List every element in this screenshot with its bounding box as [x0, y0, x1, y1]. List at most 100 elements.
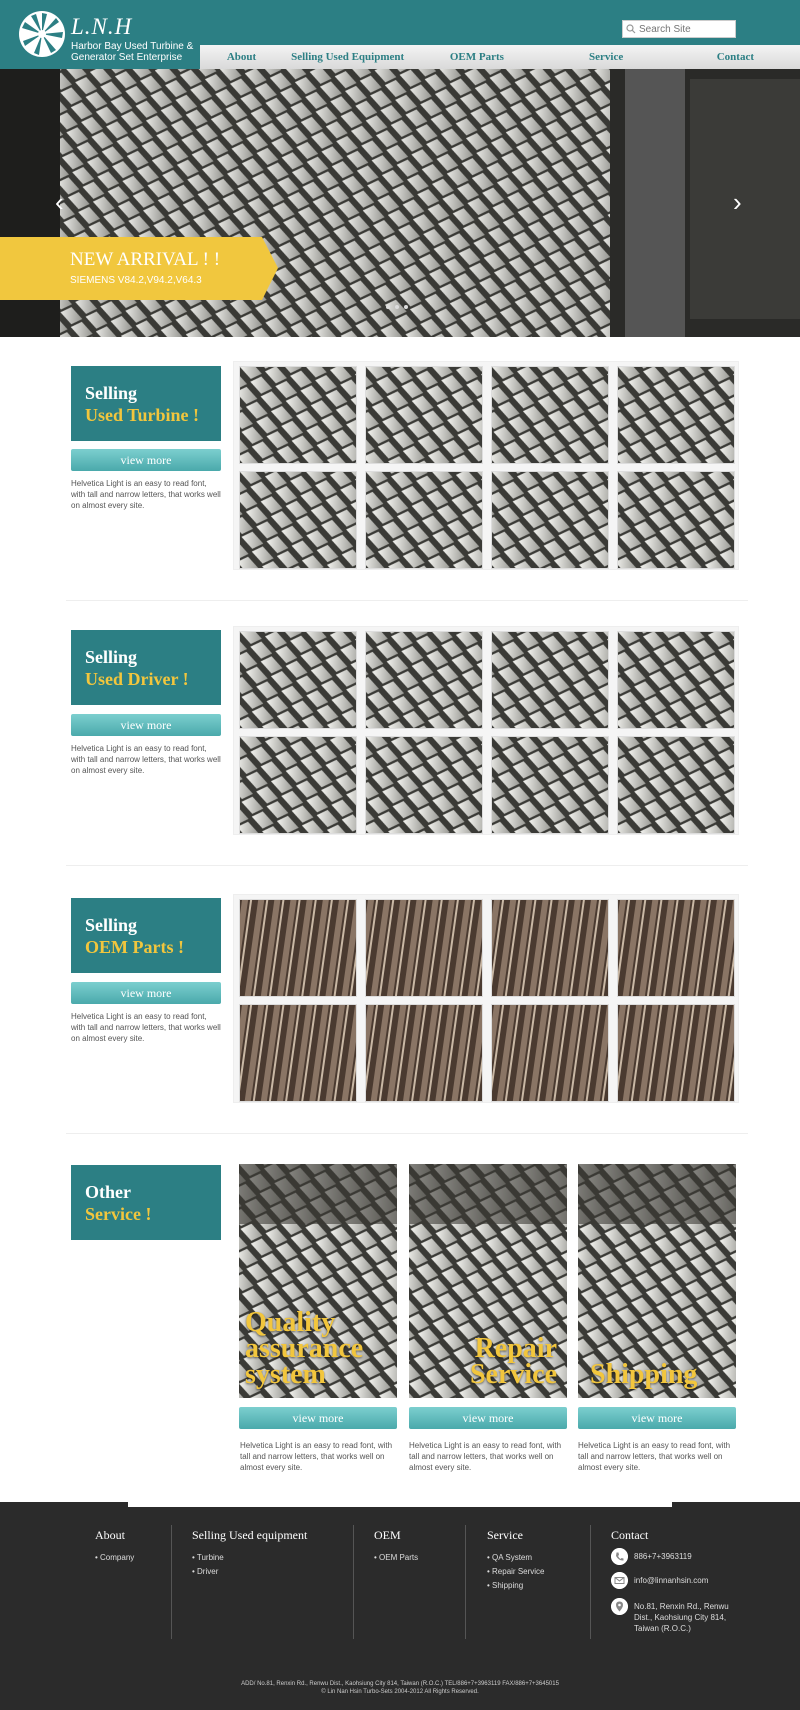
hero-slider: ‹ ›	[0, 69, 800, 337]
hero-title: NEW ARRIVAL ! !	[70, 249, 221, 270]
search-input[interactable]	[639, 23, 735, 35]
footer-tab	[128, 1497, 672, 1507]
thumbnail[interactable]	[365, 631, 483, 729]
service-description: Helvetica Light is an easy to read font,…	[409, 1441, 562, 1472]
service-card-quality[interactable]: Quality assurance system	[239, 1164, 397, 1398]
contact-phone-text[interactable]: 886+7+3963119	[634, 1548, 744, 1562]
service-description: Helvetica Light is an easy to read font,…	[240, 1441, 393, 1472]
footer-link-driver[interactable]: • Driver	[192, 1565, 307, 1579]
phone-icon	[611, 1548, 628, 1565]
prev-arrow-icon[interactable]: ‹	[55, 189, 64, 215]
thumbnail[interactable]	[239, 736, 357, 834]
section-title-used-turbine: Selling Used Turbine !	[71, 366, 221, 441]
view-more-button[interactable]: view more	[71, 982, 221, 1004]
thumbnail[interactable]	[365, 736, 483, 834]
footer-heading: Service	[487, 1528, 523, 1542]
thumbnail[interactable]	[617, 366, 735, 464]
thumbnail[interactable]	[239, 1004, 357, 1102]
search-box[interactable]	[622, 20, 736, 38]
thumbnail[interactable]	[617, 1004, 735, 1102]
nav-contact[interactable]: Contact	[671, 45, 800, 69]
footer-link-repair-service[interactable]: • Repair Service	[487, 1565, 545, 1579]
footer-heading: Contact	[611, 1528, 649, 1542]
thumbnail[interactable]	[491, 471, 609, 569]
thumbnail[interactable]	[365, 1004, 483, 1102]
footer-divider	[590, 1525, 591, 1639]
footer-link-turbine[interactable]: • Turbine	[192, 1551, 307, 1565]
section-title-oem-parts: Selling OEM Parts !	[71, 898, 221, 973]
section-title-line1: Selling	[85, 383, 138, 403]
nav-selling-used-equipment[interactable]: Selling Used Equipment	[283, 45, 412, 69]
main-nav: About Selling Used Equipment OEM Parts S…	[200, 45, 800, 69]
contact-email-text[interactable]: info@linnanhsin.com	[634, 1572, 744, 1586]
thumbnail[interactable]	[365, 899, 483, 997]
footer-col-service: Service • QA System • Repair Service • S…	[487, 1528, 545, 1593]
fan-logo-icon	[19, 11, 65, 57]
service-caption: Quality assurance system	[245, 1307, 364, 1390]
thumbnail[interactable]	[239, 899, 357, 997]
copyright: ADD/ No.81, Renxin Rd., Renwu Dist., Kao…	[0, 1680, 800, 1696]
thumbnail[interactable]	[239, 471, 357, 569]
view-more-button[interactable]: view more	[578, 1407, 736, 1429]
service-description: Helvetica Light is an easy to read font,…	[578, 1441, 731, 1472]
footer-link-shipping[interactable]: • Shipping	[487, 1579, 545, 1593]
footer-link-qa-system[interactable]: • QA System	[487, 1551, 545, 1565]
service-card-repair[interactable]: Repair Service	[409, 1164, 567, 1398]
thumbnail[interactable]	[617, 736, 735, 834]
thumbnail[interactable]	[365, 366, 483, 464]
nav-service[interactable]: Service	[542, 45, 671, 69]
thumbnail[interactable]	[365, 471, 483, 569]
slider-dot[interactable]	[404, 305, 408, 309]
next-arrow-icon[interactable]: ›	[733, 189, 742, 215]
thumbnail-grid	[233, 361, 739, 570]
thumbnail[interactable]	[617, 471, 735, 569]
slider-dot[interactable]	[386, 305, 390, 309]
logo-title: L.N.H	[71, 14, 133, 39]
service-card-shipping[interactable]: Shipping	[578, 1164, 736, 1398]
section-divider	[66, 1133, 748, 1134]
hero-subtitle: SIEMENS V84.2,V94.2,V64.3	[70, 275, 202, 286]
view-more-button[interactable]: view more	[239, 1407, 397, 1429]
mail-icon	[611, 1572, 628, 1589]
service-caption: Shipping	[590, 1359, 698, 1390]
copyright-notice: © Lin Nan Hsin Turbo-Sets 2004-2012 All …	[321, 1689, 479, 1695]
location-pin-icon	[611, 1598, 628, 1615]
nav-about[interactable]: About	[200, 45, 283, 69]
section-title-line1: Selling	[85, 915, 138, 935]
section-title-line1: Selling	[85, 647, 138, 667]
thumbnail[interactable]	[491, 631, 609, 729]
footer-heading: OEM	[374, 1528, 401, 1542]
slider-dot[interactable]	[395, 305, 399, 309]
thumbnail[interactable]	[617, 631, 735, 729]
site-header: L.N.H Harbor Bay Used Turbine & Generato…	[0, 0, 800, 69]
thumbnail[interactable]	[239, 631, 357, 729]
nav-oem-parts[interactable]: OEM Parts	[412, 45, 541, 69]
section-description: Helvetica Light is an easy to read font,…	[71, 1012, 221, 1043]
section-title-line2: Service !	[85, 1204, 152, 1224]
thumbnail[interactable]	[491, 899, 609, 997]
footer-col-about: About • Company	[95, 1528, 134, 1565]
footer-col-oem: OEM • OEM Parts	[374, 1528, 418, 1565]
section-title-line2: OEM Parts !	[85, 937, 184, 957]
view-more-button[interactable]: view more	[409, 1407, 567, 1429]
footer-col-selling: Selling Used equipment • Turbine • Drive…	[192, 1528, 307, 1579]
view-more-button[interactable]: view more	[71, 449, 221, 471]
footer-link-company[interactable]: • Company	[95, 1551, 134, 1565]
section-description: Helvetica Light is an easy to read font,…	[71, 479, 221, 510]
slider-dots	[386, 305, 408, 309]
footer-heading: Selling Used equipment	[192, 1528, 308, 1542]
thumbnail[interactable]	[617, 899, 735, 997]
thumbnail-grid	[233, 626, 739, 835]
section-title-line2: Used Turbine !	[85, 405, 200, 425]
thumbnail[interactable]	[491, 736, 609, 834]
view-more-button[interactable]: view more	[71, 714, 221, 736]
footer-link-oem-parts[interactable]: • OEM Parts	[374, 1551, 418, 1565]
thumbnail[interactable]	[239, 366, 357, 464]
logo[interactable]: L.N.H Harbor Bay Used Turbine & Generato…	[0, 0, 200, 69]
footer-heading: About	[95, 1528, 125, 1542]
thumbnail[interactable]	[491, 366, 609, 464]
section-divider	[66, 865, 748, 866]
thumbnail[interactable]	[491, 1004, 609, 1102]
contact-phone: 886+7+3963119	[611, 1548, 744, 1565]
contact-email: info@linnanhsin.com	[611, 1572, 744, 1589]
